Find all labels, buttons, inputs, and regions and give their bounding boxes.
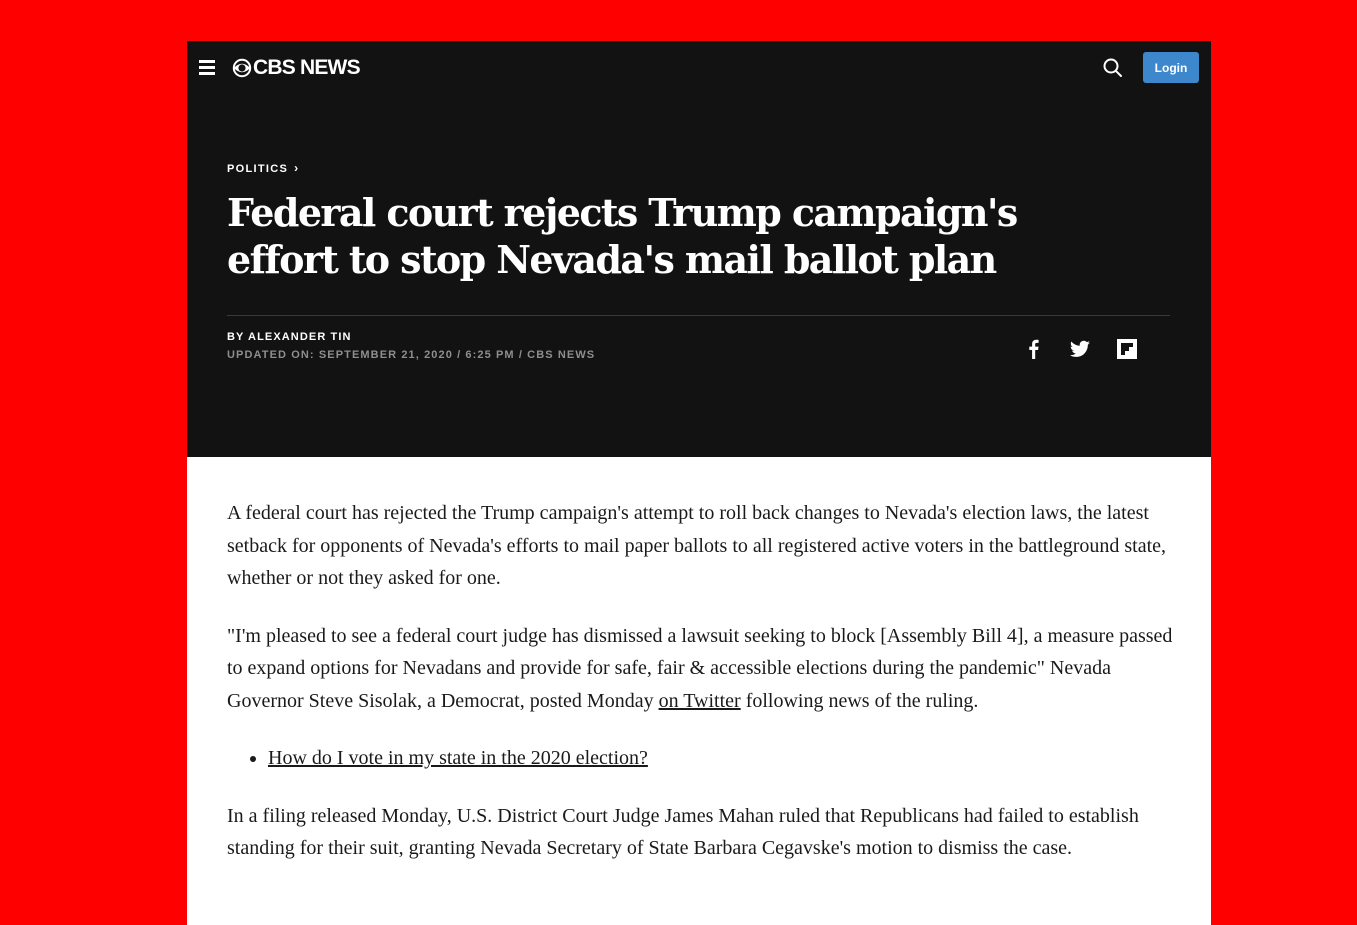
cbs-eye-icon (232, 58, 252, 78)
chevron-right-icon: › (294, 161, 300, 175)
article-page: CBS NEWS Login POLITICS › Federal court r… (187, 41, 1211, 925)
cbs-news-logo[interactable]: CBS NEWS (232, 54, 361, 82)
search-icon[interactable] (1102, 57, 1124, 79)
related-links-list: How do I vote in my state in the 2020 el… (227, 742, 1177, 775)
article-headline: Federal court rejects Trump campaign's e… (227, 190, 1018, 282)
section-link-politics[interactable]: POLITICS › (227, 161, 299, 175)
article-updated-date: UPDATED ON: SEPTEMBER 21, 2020 / 6:25 PM… (227, 349, 596, 361)
section-label: POLITICS (227, 163, 289, 175)
hamburger-menu-icon[interactable] (199, 60, 215, 75)
article-paragraph: In a filing released Monday, U.S. Distri… (227, 804, 1139, 860)
list-item: How do I vote in my state in the 2020 el… (268, 742, 1177, 775)
article-body: A federal court has rejected the Trump c… (227, 497, 1177, 890)
flipboard-icon[interactable] (1115, 337, 1139, 361)
paragraph-text: following news of the ruling. (740, 689, 979, 712)
related-article-link[interactable]: How do I vote in my state in the 2020 el… (268, 747, 648, 769)
twitter-icon[interactable] (1068, 337, 1092, 361)
article-byline: BY ALEXANDER TIN (227, 331, 352, 343)
twitter-link[interactable]: on Twitter (659, 690, 741, 712)
header-divider (227, 315, 1170, 316)
top-navigation-bar: CBS NEWS Login (187, 41, 1211, 95)
facebook-icon[interactable] (1022, 337, 1046, 361)
brand-name: CBS NEWS (253, 56, 361, 79)
article-hero: CBS NEWS Login POLITICS › Federal court r… (187, 41, 1211, 457)
article-paragraph: A federal court has rejected the Trump c… (227, 502, 1167, 589)
login-button[interactable]: Login (1143, 52, 1199, 83)
article-paragraph: "I'm pleased to see a federal court judg… (227, 620, 1177, 718)
